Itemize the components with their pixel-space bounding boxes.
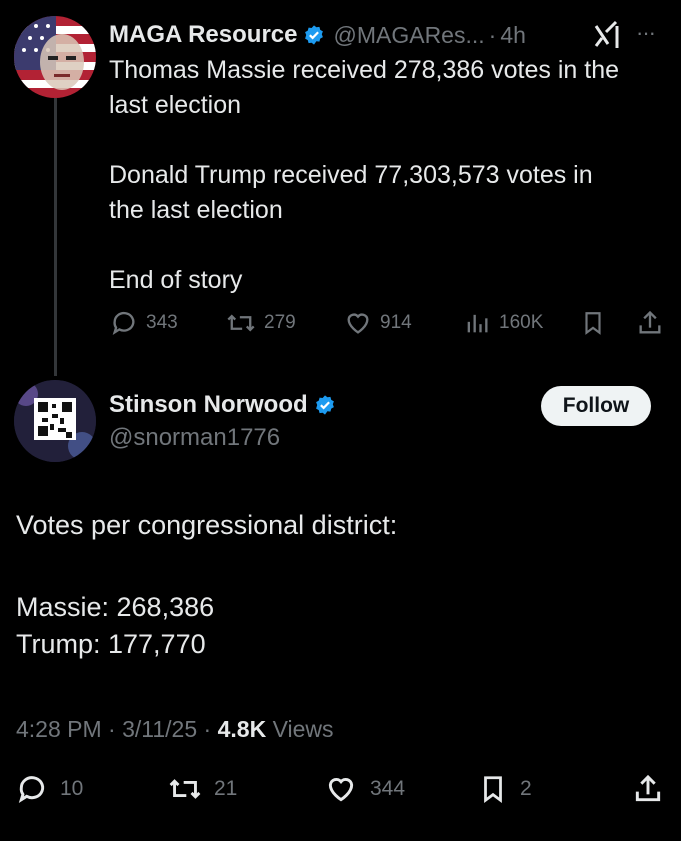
tweet2-meta: 4:28 PM · 3/11/25 · 4.8K Views: [16, 716, 334, 743]
share-button[interactable]: [636, 309, 664, 337]
views-label: Views: [272, 716, 334, 742]
bookmark-button[interactable]: [580, 309, 606, 337]
header-dot: ·: [488, 21, 497, 48]
stinson-norwood-avatar[interactable]: [14, 380, 96, 462]
reply-count: 343: [146, 312, 178, 333]
tweet1-header: MAGA Resource @MAGARes... · 4h: [109, 18, 669, 52]
author-handle[interactable]: @MAGARes...: [333, 22, 484, 49]
author-handle[interactable]: @snorman1776: [109, 424, 280, 452]
tweet2-line: Massie: 268,386: [16, 592, 215, 622]
share-icon: [639, 310, 661, 334]
author-name[interactable]: MAGA Resource: [109, 21, 297, 49]
repost-count: 21: [214, 777, 238, 800]
tweet1-line: the last election: [109, 196, 283, 224]
bookmark-icon: [585, 312, 601, 335]
views-count: 160K: [499, 312, 544, 333]
views-button[interactable]: 160K: [463, 309, 543, 337]
author-name[interactable]: Stinson Norwood: [109, 391, 308, 419]
repost-button[interactable]: 21: [168, 773, 237, 805]
share-icon: [635, 774, 661, 802]
heart-icon: [347, 313, 369, 334]
like-button[interactable]: 914: [344, 309, 412, 337]
tweet1-body: Thomas Massie received 278,386 votes in …: [109, 53, 669, 298]
reply-icon: [112, 311, 135, 335]
share-button[interactable]: [632, 773, 664, 805]
reply-icon: [18, 776, 45, 803]
tweet1-line: End of story: [109, 266, 243, 294]
meta-separator: ·: [203, 716, 212, 742]
tweet-time[interactable]: 4h: [500, 22, 526, 49]
tweet2-line: Trump: 177,770: [16, 629, 206, 659]
tweet1-line: last election: [109, 91, 242, 119]
tweet2-body: Votes per congressional district: Massie…: [16, 507, 656, 663]
repost-button[interactable]: 279: [226, 309, 296, 337]
tweet1-line: Thomas Massie received 278,386 votes in …: [109, 56, 619, 84]
views-count: 4.8K: [217, 716, 267, 742]
bookmark-button[interactable]: 2: [478, 773, 532, 805]
repost-count: 279: [264, 312, 296, 333]
meta-separator: ·: [108, 716, 116, 742]
like-count: 344: [370, 777, 406, 800]
thread-line: [54, 98, 57, 376]
reply-count: 10: [60, 777, 84, 800]
tweet2-header: Stinson Norwood: [109, 388, 336, 422]
verified-badge-icon: [305, 25, 324, 45]
heart-icon: [328, 777, 354, 802]
tweet-time[interactable]: 4:28 PM: [16, 716, 102, 742]
follow-button[interactable]: Follow: [541, 386, 651, 426]
tweet1-line: Donald Trump received 77,303,573 votes i…: [109, 161, 593, 189]
more-options-icon[interactable]: ···: [636, 20, 656, 46]
verified-badge-icon: [315, 395, 334, 415]
bookmark-count: 2: [520, 777, 532, 800]
reply-button[interactable]: 10: [16, 773, 83, 805]
like-button[interactable]: 344: [324, 773, 405, 805]
grok-icon[interactable]: [590, 18, 624, 52]
analytics-icon: [467, 314, 488, 333]
maga-resource-avatar[interactable]: [14, 16, 96, 98]
tweet2-line: Votes per congressional district:: [16, 510, 398, 540]
repost-icon: [169, 779, 201, 799]
reply-button[interactable]: 343: [110, 309, 178, 337]
repost-icon: [227, 314, 255, 332]
bookmark-icon: [484, 776, 502, 803]
tweet-date[interactable]: 3/11/25: [122, 716, 197, 742]
like-count: 914: [380, 312, 412, 333]
